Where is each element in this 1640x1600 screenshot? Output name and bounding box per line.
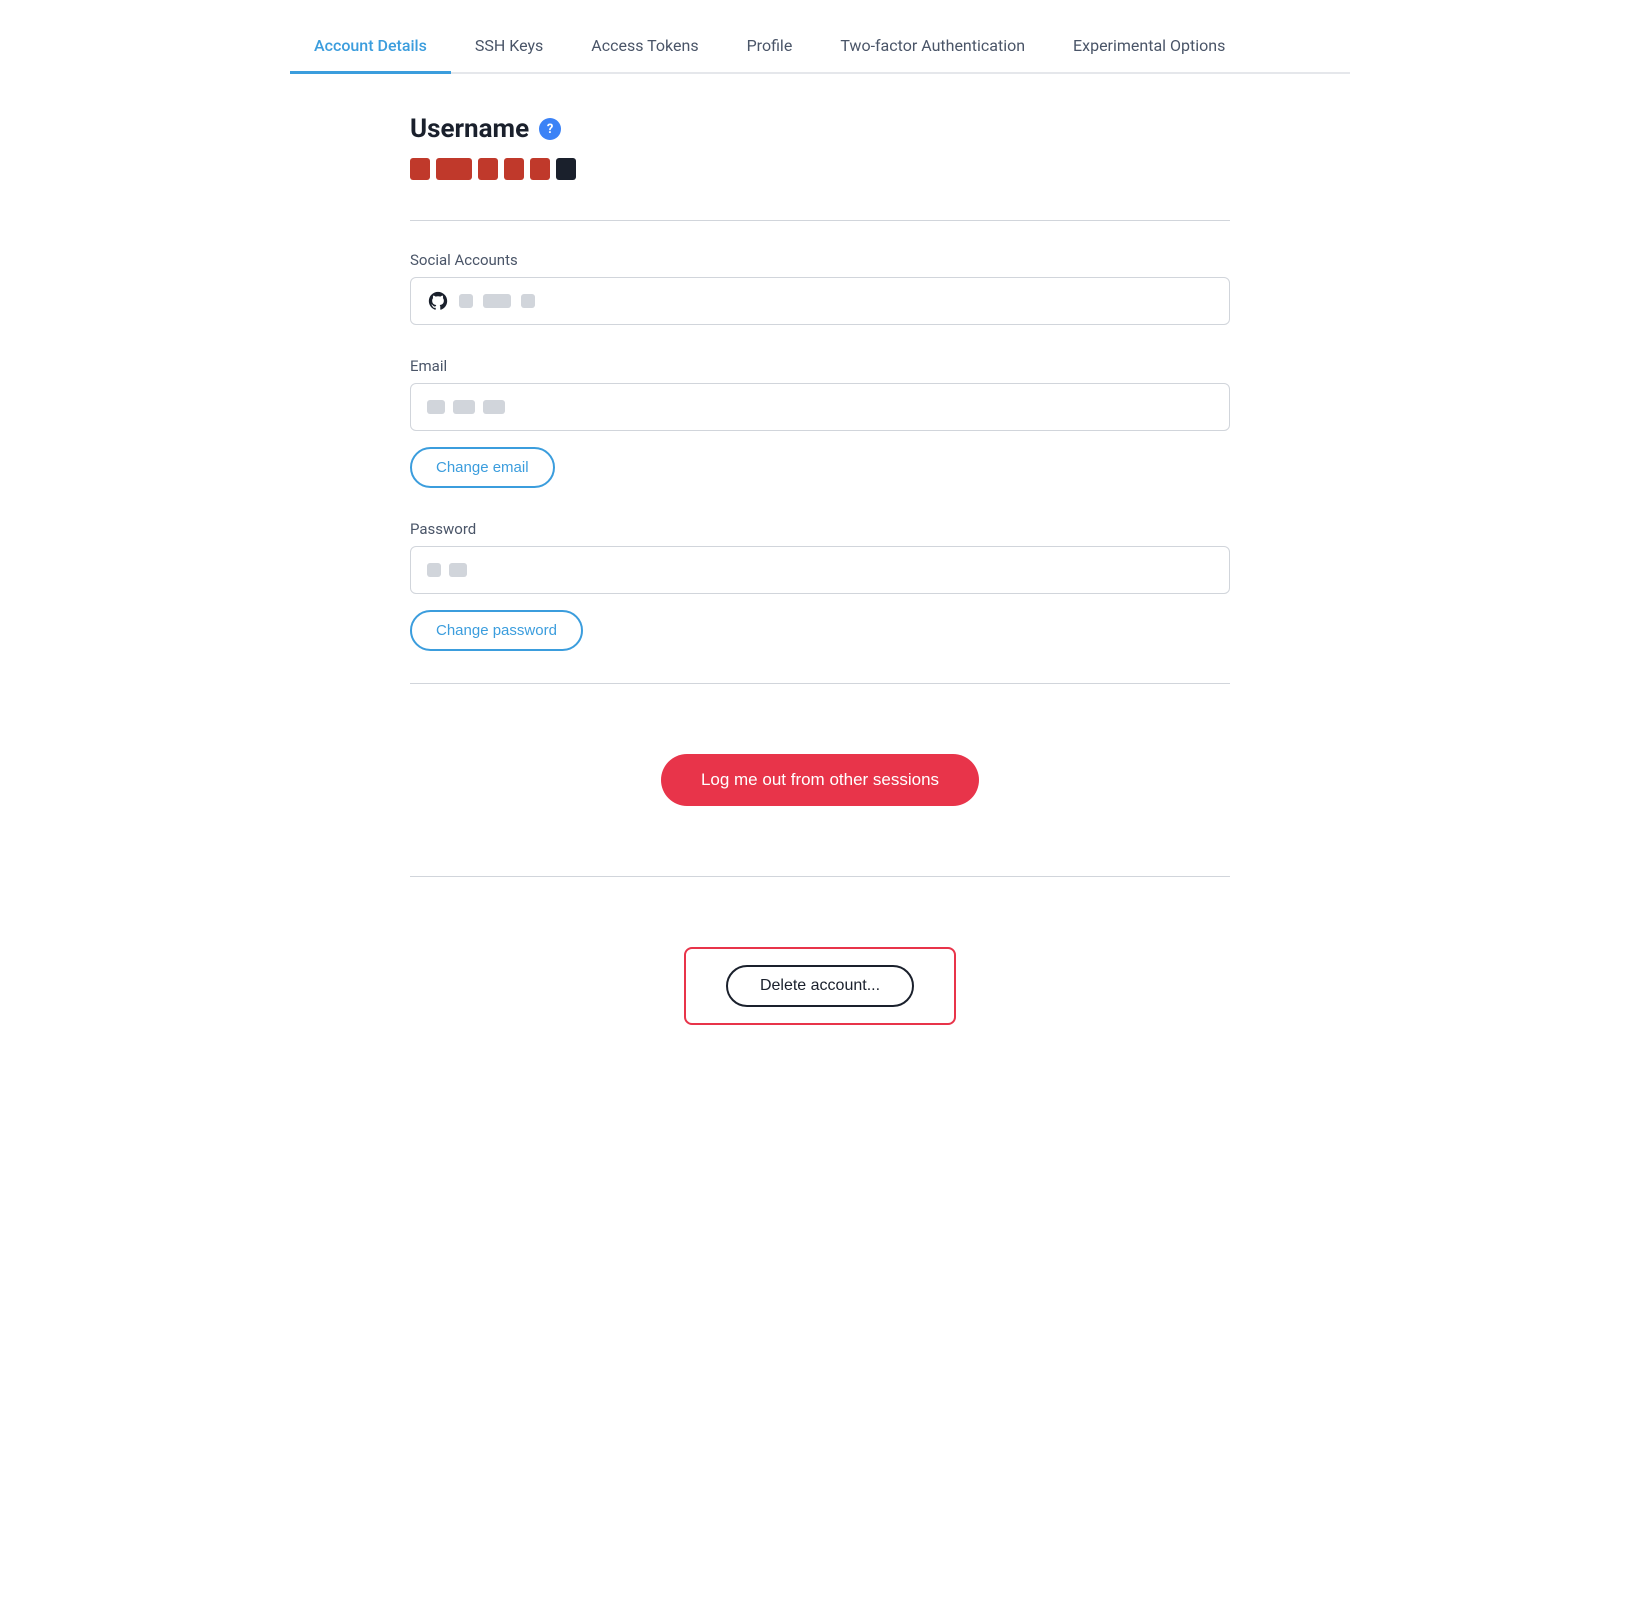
password-section: Password Change password bbox=[410, 520, 1230, 651]
tab-experimental[interactable]: Experimental Options bbox=[1049, 20, 1249, 74]
main-content: Username ? Social Accounts bbox=[290, 74, 1350, 1105]
social-block-2 bbox=[483, 294, 511, 308]
nav-tabs: Account Details SSH Keys Access Tokens P… bbox=[290, 0, 1350, 74]
change-email-button[interactable]: Change email bbox=[410, 447, 555, 488]
tab-profile[interactable]: Profile bbox=[723, 20, 817, 74]
email-block-2 bbox=[453, 400, 475, 414]
email-block-1 bbox=[427, 400, 445, 414]
logout-button[interactable]: Log me out from other sessions bbox=[661, 754, 979, 806]
email-block-3 bbox=[483, 400, 505, 414]
email-label: Email bbox=[410, 357, 1230, 375]
username-block-6 bbox=[556, 158, 576, 180]
username-help-icon[interactable]: ? bbox=[539, 118, 561, 140]
social-accounts-input bbox=[410, 277, 1230, 325]
tab-access-tokens[interactable]: Access Tokens bbox=[567, 20, 722, 74]
username-value-blocks bbox=[410, 158, 1230, 180]
logout-section: Log me out from other sessions bbox=[410, 714, 1230, 846]
username-block-4 bbox=[504, 158, 524, 180]
page-container: Account Details SSH Keys Access Tokens P… bbox=[270, 0, 1370, 1105]
tab-two-factor[interactable]: Two-factor Authentication bbox=[816, 20, 1049, 74]
username-section: Username ? bbox=[410, 114, 1230, 180]
github-icon bbox=[427, 290, 449, 312]
password-block-1 bbox=[427, 563, 441, 577]
password-block-2 bbox=[449, 563, 467, 577]
username-block-1 bbox=[410, 158, 430, 180]
social-accounts-label: Social Accounts bbox=[410, 251, 1230, 269]
delete-account-wrapper: Delete account... bbox=[684, 947, 956, 1025]
divider-3 bbox=[410, 876, 1230, 877]
divider-1 bbox=[410, 220, 1230, 221]
delete-account-button[interactable]: Delete account... bbox=[726, 965, 914, 1007]
social-block-3 bbox=[521, 294, 535, 308]
username-label-text: Username bbox=[410, 114, 529, 144]
divider-2 bbox=[410, 683, 1230, 684]
change-password-button[interactable]: Change password bbox=[410, 610, 583, 651]
username-heading: Username ? bbox=[410, 114, 1230, 144]
social-accounts-section: Social Accounts bbox=[410, 251, 1230, 325]
password-input[interactable] bbox=[410, 546, 1230, 594]
username-block-5 bbox=[530, 158, 550, 180]
password-label: Password bbox=[410, 520, 1230, 538]
tab-account-details[interactable]: Account Details bbox=[290, 20, 451, 74]
username-block-3 bbox=[478, 158, 498, 180]
social-block-1 bbox=[459, 294, 473, 308]
username-block-2 bbox=[436, 158, 472, 180]
email-input[interactable] bbox=[410, 383, 1230, 431]
delete-section: Delete account... bbox=[410, 907, 1230, 1065]
tab-ssh-keys[interactable]: SSH Keys bbox=[451, 20, 567, 74]
email-section: Email Change email bbox=[410, 357, 1230, 488]
